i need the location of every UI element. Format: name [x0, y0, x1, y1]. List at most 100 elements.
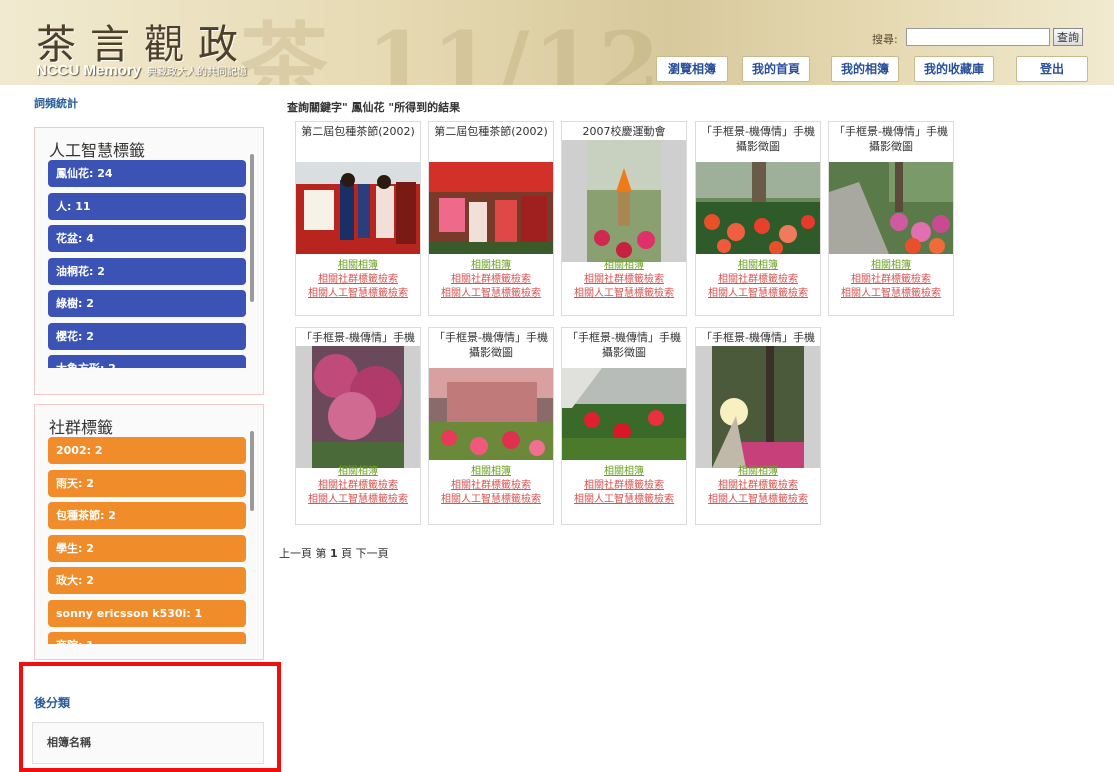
card-title[interactable]: 「手框景-機傳情」手機 攝影徵圖	[562, 330, 686, 360]
nav-browse-albums[interactable]: 瀏覽相簿	[656, 56, 728, 82]
card-title-line1: 「手框景-機傳情」手機	[701, 331, 815, 344]
card-title[interactable]: 「手框景-機傳情」手機 攝影徵圖	[429, 330, 553, 360]
search-button[interactable]: 查詢	[1053, 28, 1083, 46]
card-title-line1: 第二屆包種茶節(2002)	[434, 125, 548, 138]
related-albums-link[interactable]: 相關相簿	[429, 259, 553, 273]
search-result-header: 查詢關鍵字" 鳳仙花 "所得到的結果	[287, 101, 461, 114]
card-thumbnail[interactable]	[829, 162, 953, 254]
result-card: 「手框景-機傳情」手機 攝影徵圖 相關相簿 相關社群標籤檢索 相關人工智慧標籤檢索	[695, 121, 821, 316]
card-thumbnail[interactable]	[429, 162, 553, 254]
related-albums-link[interactable]: 相關相簿	[296, 465, 420, 479]
nav-my-albums[interactable]: 我的相簿	[831, 56, 899, 82]
card-title[interactable]: 「手框景-機傳情」手機	[296, 330, 420, 345]
related-ai-tags-link[interactable]: 相關人工智慧標籤檢索	[296, 287, 420, 301]
ai-tag-item[interactable]: 大象方形: 2	[48, 355, 246, 368]
card-links: 相關相簿 相關社群標籤檢索 相關人工智慧標籤檢索	[696, 465, 820, 507]
ai-tags-list: 鳳仙花: 24 人: 11 花盆: 4 油桐花: 2 綠樹: 2 櫻花: 2 大…	[48, 160, 246, 368]
card-title-line1: 第二屆包種茶節(2002)	[301, 125, 415, 138]
social-tag-item[interactable]: 政大: 2	[48, 567, 246, 594]
result-card: 2007校慶運動會 相關相簿 相關社群標籤檢索 相關人工智慧標籤檢索	[561, 121, 687, 316]
related-social-tags-link[interactable]: 相關社群標籤檢索	[429, 479, 553, 493]
header-background-art: 茶 11/12	[240, 12, 664, 85]
card-title[interactable]: 第二屆包種茶節(2002)	[429, 124, 553, 139]
related-ai-tags-link[interactable]: 相關人工智慧標籤檢索	[429, 287, 553, 301]
social-tag-item[interactable]: sonny ericsson k530i: 1	[48, 599, 246, 627]
related-albums-link[interactable]: 相關相簿	[562, 259, 686, 273]
card-title-line2: 攝影徵圖	[469, 346, 513, 359]
nav-my-collection[interactable]: 我的收藏庫	[914, 56, 994, 82]
card-title[interactable]: 「手框景-機傳情」手機 攝影徵圖	[696, 124, 820, 154]
related-albums-link[interactable]: 相關相簿	[696, 465, 820, 479]
related-albums-link[interactable]: 相關相簿	[829, 259, 953, 273]
next-page-link[interactable]: 下一頁	[356, 547, 389, 560]
related-social-tags-link[interactable]: 相關社群標籤檢索	[562, 273, 686, 287]
related-ai-tags-link[interactable]: 相關人工智慧標籤檢索	[696, 493, 820, 507]
ai-tag-item[interactable]: 鳳仙花: 24	[48, 160, 246, 187]
ai-tags-scrollbar[interactable]	[250, 154, 254, 302]
card-title[interactable]: 「手框景-機傳情」手機 攝影徵圖	[829, 124, 953, 154]
ai-tag-item[interactable]: 花盆: 4	[48, 225, 246, 252]
related-social-tags-link[interactable]: 相關社群標籤檢索	[562, 479, 686, 493]
social-tags-scrollbar[interactable]	[250, 431, 254, 511]
related-albums-link[interactable]: 相關相簿	[429, 465, 553, 479]
card-thumbnail[interactable]	[696, 162, 820, 254]
search-input[interactable]	[906, 28, 1050, 46]
pagination: 上一頁 第 1 頁 下一頁	[279, 545, 389, 561]
card-title-line1: 「手框景-機傳情」手機	[701, 125, 815, 138]
card-links: 相關相簿 相關社群標籤檢索 相關人工智慧標籤檢索	[562, 465, 686, 507]
card-title-line1: 「手框景-機傳情」手機	[434, 331, 548, 344]
card-title[interactable]: 「手框景-機傳情」手機	[696, 330, 820, 345]
related-albums-link[interactable]: 相關相簿	[296, 259, 420, 273]
social-tag-item[interactable]: 學生: 2	[48, 534, 246, 562]
related-ai-tags-link[interactable]: 相關人工智慧標籤檢索	[562, 287, 686, 301]
related-social-tags-link[interactable]: 相關社群標籤檢索	[829, 273, 953, 287]
social-tag-item[interactable]: 商院: 1	[48, 632, 246, 644]
result-card: 「手框景-機傳情」手機 攝影徵圖 相關相簿 相關社群標籤檢索 相關人工智慧標籤檢索	[828, 121, 954, 316]
related-albums-link[interactable]: 相關相簿	[696, 259, 820, 273]
ai-tag-item[interactable]: 櫻花: 2	[48, 322, 246, 350]
photo-tea-festival	[296, 162, 420, 254]
related-ai-tags-link[interactable]: 相關人工智慧標籤檢索	[829, 287, 953, 301]
nav-my-home[interactable]: 我的首頁	[742, 56, 810, 82]
related-social-tags-link[interactable]: 相關社群標籤檢索	[696, 273, 820, 287]
card-title[interactable]: 第二屆包種茶節(2002)	[296, 124, 420, 139]
site-header: 茶 11/12 茶言觀政 NCCU Memory 典藏政大人的共同記憶 搜尋: 查…	[0, 0, 1114, 85]
ai-tag-item[interactable]: 綠樹: 2	[48, 290, 246, 317]
word-frequency-title: 詞頻統計	[34, 97, 78, 110]
related-albums-link[interactable]: 相關相簿	[562, 465, 686, 479]
prev-page-link[interactable]: 上一頁	[279, 547, 312, 560]
social-tag-item[interactable]: 雨天: 2	[48, 469, 246, 497]
related-ai-tags-link[interactable]: 相關人工智慧標籤檢索	[696, 287, 820, 301]
card-thumbnail[interactable]	[296, 346, 420, 468]
ai-tag-item[interactable]: 油桐花: 2	[48, 257, 246, 285]
card-thumbnail[interactable]	[296, 162, 420, 254]
related-social-tags-link[interactable]: 相關社群標籤檢索	[696, 479, 820, 493]
card-thumbnail[interactable]	[429, 368, 553, 460]
card-thumbnail[interactable]	[562, 368, 686, 460]
related-ai-tags-link[interactable]: 相關人工智慧標籤檢索	[562, 493, 686, 507]
search-label: 搜尋:	[872, 33, 898, 46]
card-title-line1: 「手框景-機傳情」手機	[834, 125, 948, 138]
ai-tag-item[interactable]: 人: 11	[48, 192, 246, 220]
card-thumbnail[interactable]	[562, 140, 686, 262]
current-page-number: 1	[330, 547, 338, 560]
logo-tagline: 典藏政大人的共同記憶	[147, 67, 248, 78]
related-ai-tags-link[interactable]: 相關人工智慧標籤檢索	[429, 493, 553, 507]
result-card: 「手框景-機傳情」手機 攝影徵圖 相關相簿 相關社群標籤檢索 相關人工智慧標籤檢索	[428, 327, 554, 525]
result-card: 「手框景-機傳情」手機 攝影徵圖 相關相簿 相關社群標籤檢索 相關人工智慧標籤檢索	[561, 327, 687, 525]
social-tag-item[interactable]: 2002: 2	[48, 437, 246, 464]
card-links: 相關相簿 相關社群標籤檢索 相關人工智慧標籤檢索	[696, 259, 820, 301]
social-tag-item[interactable]: 包種茶節: 2	[48, 502, 246, 529]
card-thumbnail[interactable]	[696, 346, 820, 468]
card-title[interactable]: 2007校慶運動會	[562, 124, 686, 139]
card-title-line1: 「手框景-機傳情」手機	[301, 331, 415, 344]
page-suffix: 頁	[341, 547, 353, 560]
related-social-tags-link[interactable]: 相關社群標籤檢索	[429, 273, 553, 287]
card-title-line2: 攝影徵圖	[736, 140, 780, 153]
related-social-tags-link[interactable]: 相關社群標籤檢索	[296, 273, 420, 287]
highlight-frame	[19, 662, 281, 772]
nav-logout[interactable]: 登出	[1016, 56, 1088, 82]
result-card: 「手框景-機傳情」手機 相關相簿 相關社群標籤檢索 相關人工智慧標籤檢索	[295, 327, 421, 525]
related-ai-tags-link[interactable]: 相關人工智慧標籤檢索	[296, 493, 420, 507]
related-social-tags-link[interactable]: 相關社群標籤檢索	[296, 479, 420, 493]
